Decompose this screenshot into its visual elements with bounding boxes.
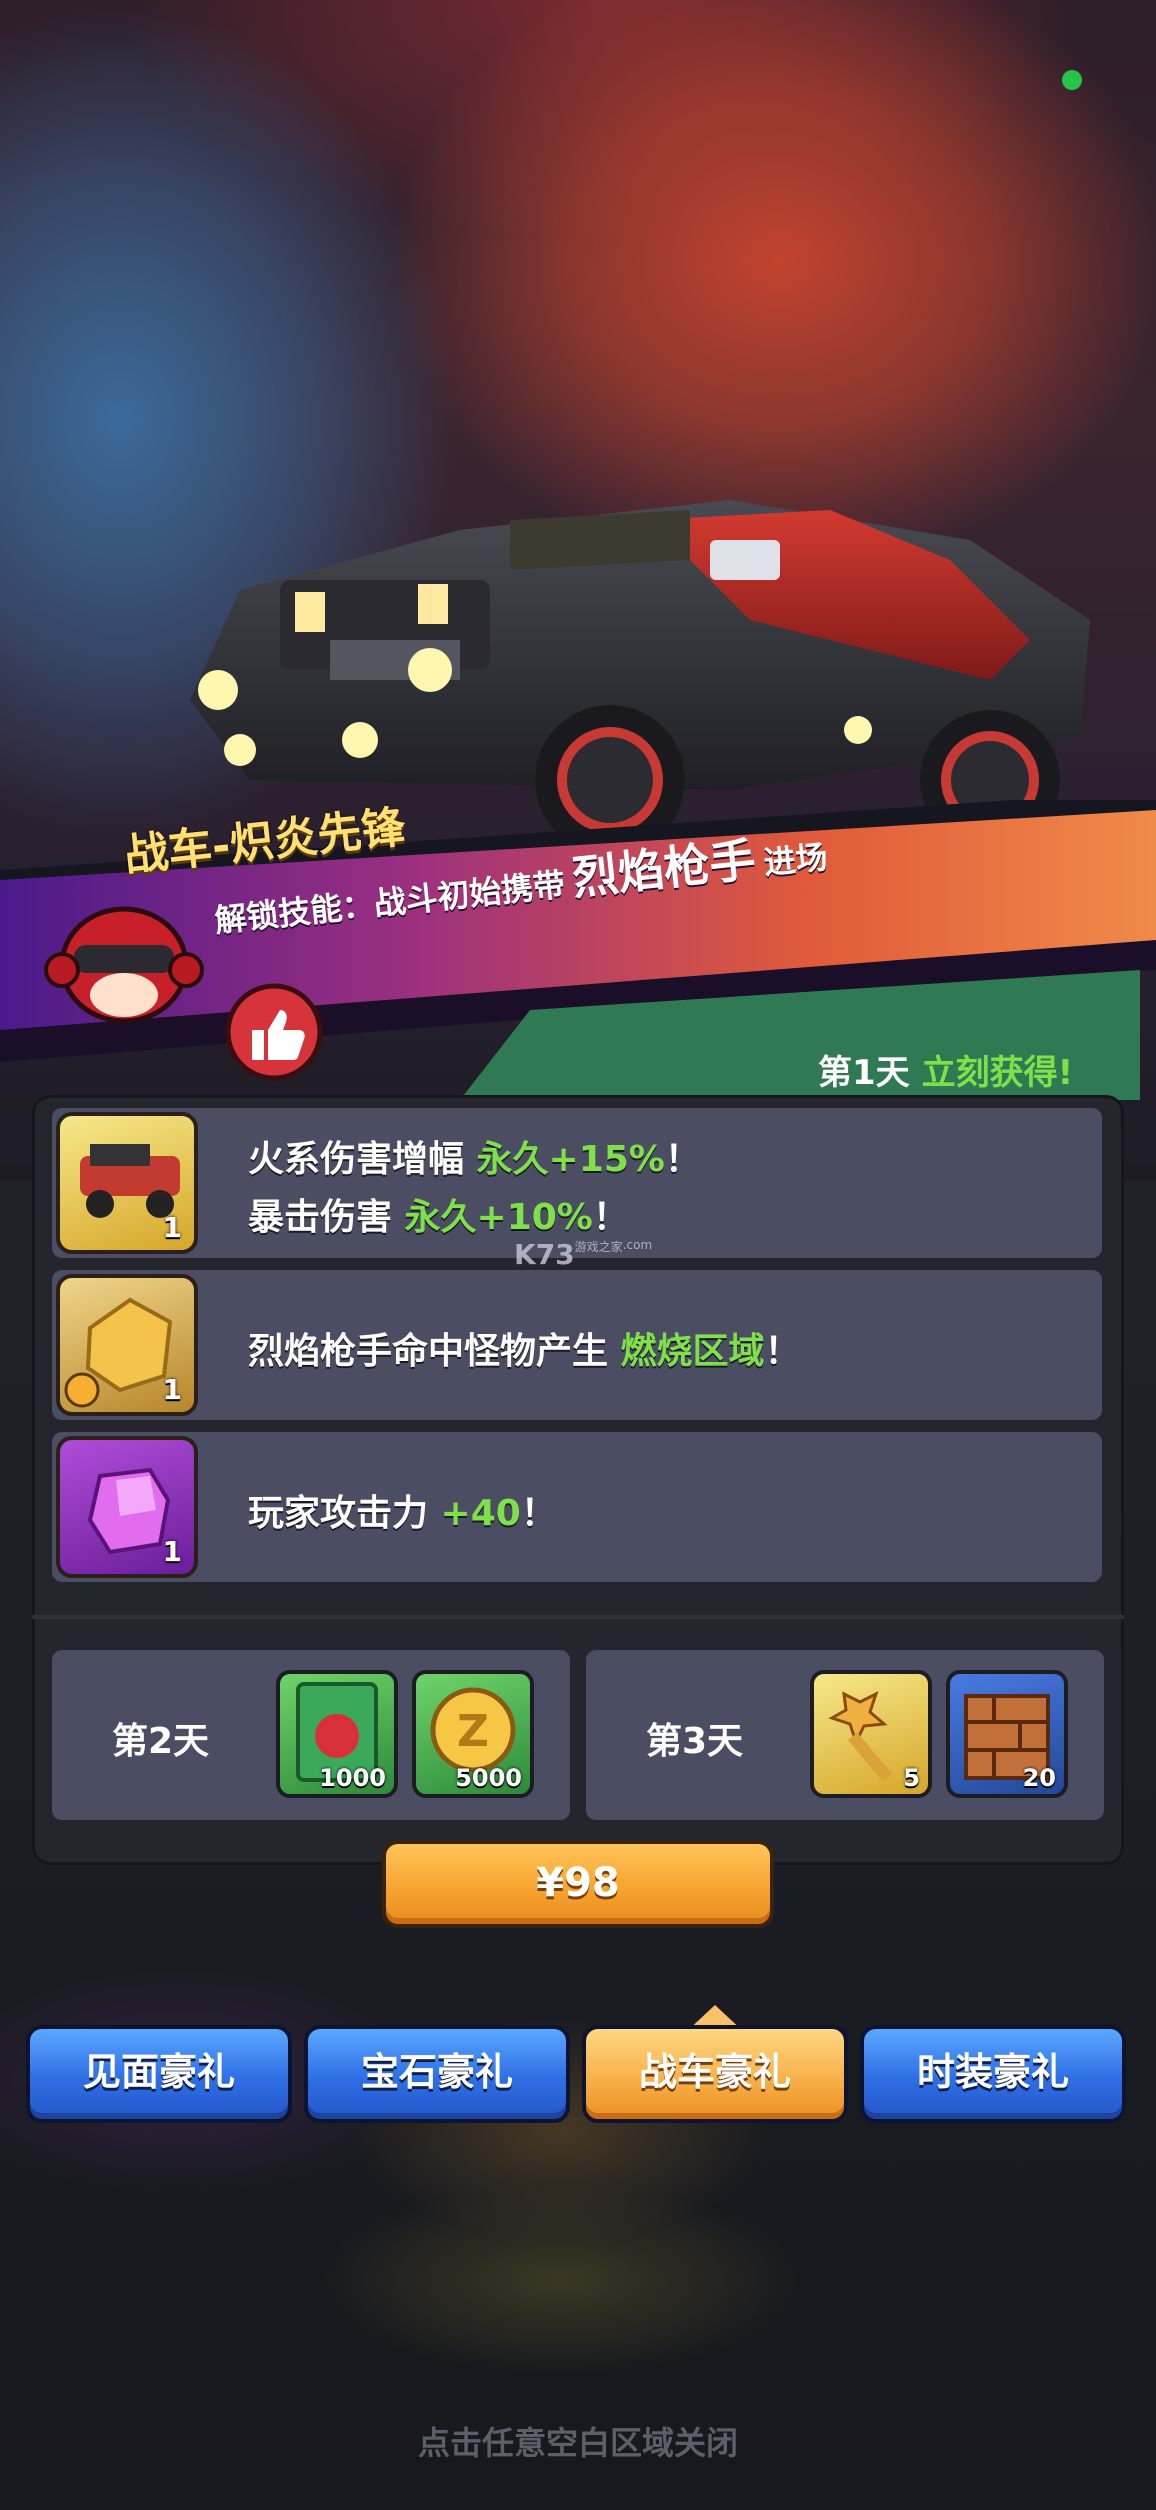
day1-claim: 立刻获得! [921,1053,1074,1093]
gold-ore-icon[interactable]: 1 [56,1274,198,1416]
close-hint[interactable]: 点击任意空白区域关闭 [0,2418,1156,2464]
gift-tabs: 见面豪礼 宝石豪礼 战车豪礼 时装豪礼 [0,2025,1156,2130]
purchase-button[interactable]: ¥98 [382,1840,774,1928]
reward-text-line: 暴击伤害 永久+10%！ [248,1188,629,1240]
tab-gem-gift[interactable]: 宝石豪礼 [304,2025,570,2123]
day2-label: 第2天 [112,1721,210,1762]
purple-crystal-icon[interactable]: 1 [56,1436,198,1578]
reward-highlight: 永久+15% [476,1139,665,1180]
watermark: K73游戏之家.com [514,1238,652,1271]
tab-greeting-gift[interactable]: 见面豪礼 [26,2025,292,2123]
tab-vehicle-gift[interactable]: 战车豪礼 [582,2025,848,2123]
reward-suffix: ！ [592,1197,629,1238]
reward-text-line: 烈焰枪手命中怪物产生 燃烧区域！ [248,1322,801,1374]
watermark-sub: 游戏之家 [574,1240,623,1254]
reward-suffix: ！ [664,1139,701,1180]
reward-text: 玩家攻击力 [248,1493,441,1534]
reward-amount: 20 [1022,1764,1056,1792]
svg-text:Z: Z [457,1706,489,1757]
tab-costume-gift[interactable]: 时装豪礼 [860,2025,1126,2123]
watermark-main: K73 [514,1238,575,1271]
gold-coin-icon[interactable]: Z 5000 [412,1670,534,1798]
skill-suffix: 进场 [761,837,830,883]
reward-amount: 5000 [455,1764,522,1792]
vehicle-icon[interactable]: 1 [56,1112,198,1254]
reward-highlight: 永久+10% [404,1197,593,1238]
gunner-avatar-icon [44,906,204,1024]
brick-block-icon[interactable]: 20 [946,1670,1068,1798]
day3-label: 第3天 [646,1721,744,1762]
reward-highlight: +40 [440,1493,521,1534]
watermark-sub: .com [622,1238,653,1252]
thumbs-up-icon [225,983,323,1081]
reward-suffix: ！ [520,1493,557,1534]
golden-key-icon[interactable]: 5 [810,1670,932,1798]
reward-row: 1 火系伤害增幅 永久+15%！ 暴击伤害 永久+10%！ [52,1108,1102,1258]
reward-row: 1 烈焰枪手命中怪物产生 燃烧区域！ [52,1270,1102,1420]
reward-text: 火系伤害增幅 [248,1139,477,1180]
reward-amount: 5 [903,1764,920,1792]
day3-card: 第3天 5 20 [586,1650,1104,1820]
reward-suffix: ！ [764,1331,801,1372]
online-status-dot [1062,70,1082,90]
divider [32,1615,1124,1619]
reward-row: 1 玩家攻击力 +40！ [52,1432,1102,1582]
day1-label: 第1天 立刻获得! [818,1045,1073,1094]
exp-card-icon[interactable]: 1000 [276,1670,398,1798]
reward-amount: 1000 [319,1764,386,1792]
day2-card: 第2天 1000 Z 5000 [52,1650,570,1820]
reward-text-line: 火系伤害增幅 永久+15%！ [248,1130,701,1182]
day1-day: 第1天 [818,1053,910,1093]
reward-quantity: 1 [162,1211,182,1244]
reward-text-line: 玩家攻击力 +40！ [248,1484,557,1536]
reward-text: 暴击伤害 [248,1197,405,1238]
reward-quantity: 1 [162,1535,182,1568]
reward-quantity: 1 [162,1373,182,1406]
reward-highlight: 燃烧区域 [620,1331,765,1372]
reward-text: 烈焰枪手命中怪物产生 [248,1331,621,1372]
